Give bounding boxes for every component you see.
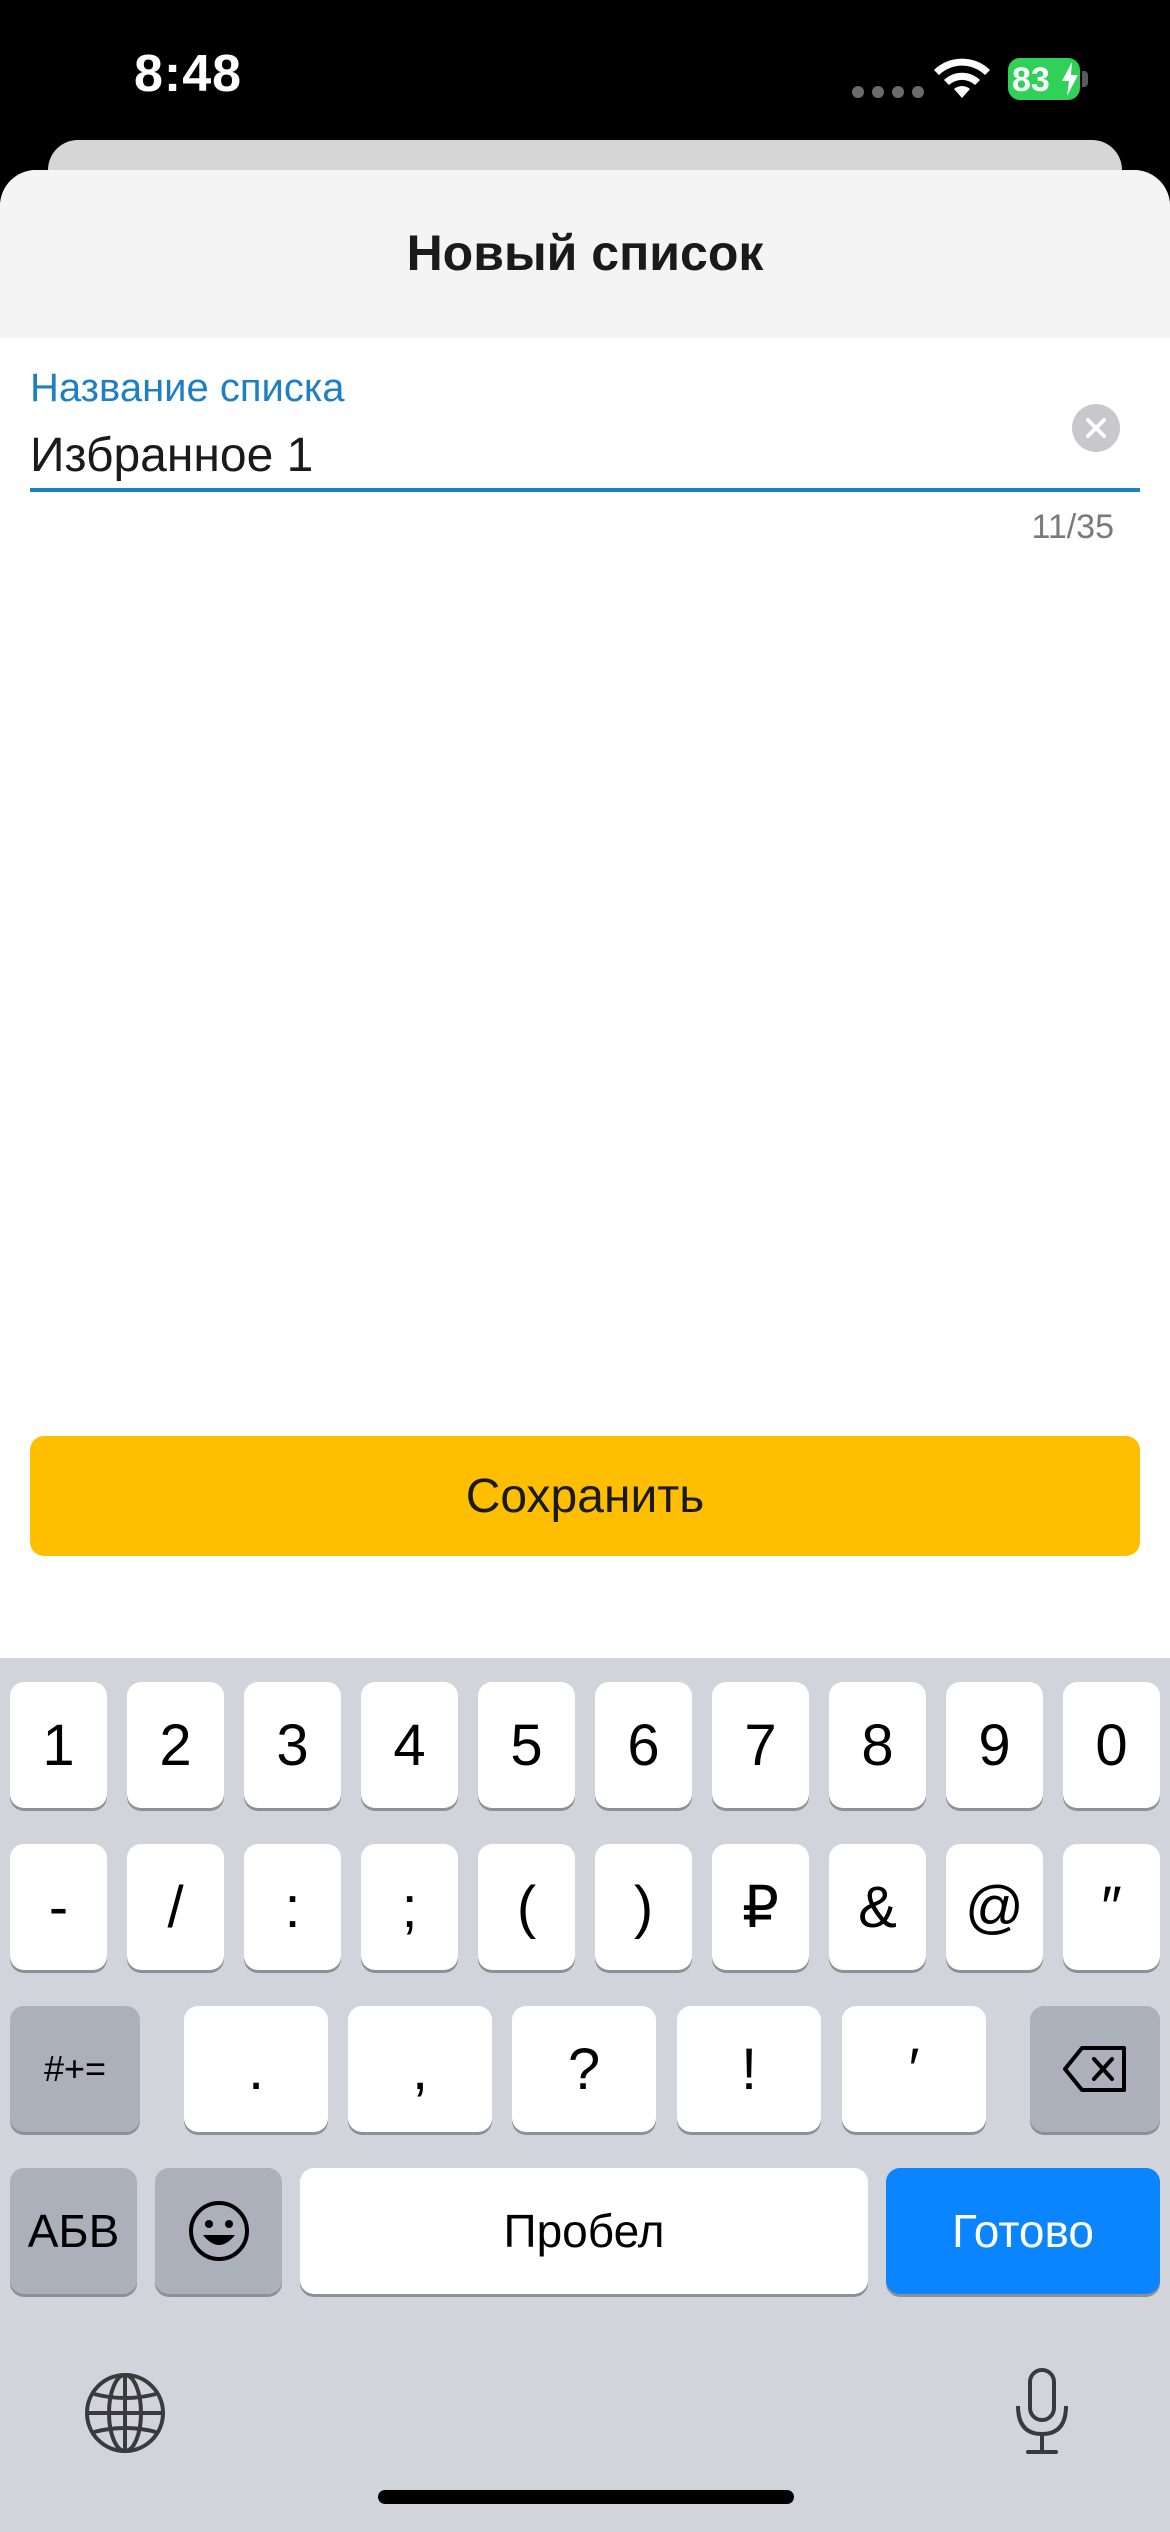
save-button[interactable]: Сохранить xyxy=(30,1436,1140,1556)
key-9[interactable]: 9 xyxy=(946,1682,1043,1808)
key-5[interactable]: 5 xyxy=(478,1682,575,1808)
status-time: 8:48 xyxy=(134,45,243,103)
key-6[interactable]: 6 xyxy=(595,1682,692,1808)
key-ampersand[interactable]: & xyxy=(829,1844,926,1970)
emoji-icon xyxy=(188,2201,249,2261)
key-0[interactable]: 0 xyxy=(1063,1682,1160,1808)
done-key-label: Готово xyxy=(951,2205,1095,2257)
sheet-header: Новый список xyxy=(0,170,1170,338)
key-comma[interactable]: , xyxy=(348,2006,492,2132)
clear-input-button[interactable] xyxy=(1072,404,1120,452)
home-indicator xyxy=(378,2490,794,2504)
close-icon xyxy=(1086,418,1106,438)
battery-icon: 83 xyxy=(1008,58,1088,100)
sheet-title: Новый список xyxy=(406,225,764,281)
battery-level: 83 xyxy=(1012,61,1050,99)
key-colon[interactable]: : xyxy=(244,1844,341,1970)
key-period[interactable]: . xyxy=(184,2006,328,2132)
letters-toggle-key[interactable]: АБВ xyxy=(10,2168,137,2294)
list-name-input[interactable] xyxy=(30,420,1030,490)
globe-icon[interactable] xyxy=(82,2370,168,2456)
list-name-label: Название списка xyxy=(30,366,345,410)
backspace-icon xyxy=(1063,2046,1126,2092)
space-key[interactable]: Пробел xyxy=(300,2168,868,2294)
microphone-icon[interactable] xyxy=(1010,2366,1074,2458)
key-close-paren[interactable]: ) xyxy=(595,1844,692,1970)
key-double-quote[interactable]: ″ xyxy=(1063,1844,1160,1970)
letters-toggle-label: АБВ xyxy=(27,2205,120,2257)
character-counter: 11/35 xyxy=(1031,508,1114,546)
input-underline xyxy=(30,488,1140,492)
keyboard: 1 2 3 4 5 6 7 8 9 0 - / : ; ( ) ₽ & @ ″ … xyxy=(0,1658,1170,2532)
key-8[interactable]: 8 xyxy=(829,1682,926,1808)
backspace-key[interactable] xyxy=(1030,2006,1160,2132)
key-question[interactable]: ? xyxy=(512,2006,656,2132)
key-apostrophe[interactable]: ′ xyxy=(842,2006,986,2132)
key-hyphen[interactable]: - xyxy=(10,1844,107,1970)
status-bar: 8:48 83 xyxy=(0,0,1170,150)
space-key-label: Пробел xyxy=(503,2205,665,2257)
key-ruble[interactable]: ₽ xyxy=(712,1844,809,1970)
key-slash[interactable]: / xyxy=(127,1844,224,1970)
symbols-toggle-label: #+= xyxy=(43,2048,107,2089)
cellular-signal-icon xyxy=(852,86,924,98)
key-exclamation[interactable]: ! xyxy=(677,2006,821,2132)
key-3[interactable]: 3 xyxy=(244,1682,341,1808)
key-open-paren[interactable]: ( xyxy=(478,1844,575,1970)
key-4[interactable]: 4 xyxy=(361,1682,458,1808)
key-1[interactable]: 1 xyxy=(10,1682,107,1808)
emoji-key[interactable] xyxy=(155,2168,282,2294)
wifi-icon xyxy=(934,58,990,98)
charging-bolt-icon xyxy=(1062,62,1078,96)
done-key[interactable]: Готово xyxy=(886,2168,1160,2294)
key-semicolon[interactable]: ; xyxy=(361,1844,458,1970)
key-7[interactable]: 7 xyxy=(712,1682,809,1808)
key-at[interactable]: @ xyxy=(946,1844,1043,1970)
symbols-toggle-key[interactable]: #+= xyxy=(10,2006,140,2132)
key-2[interactable]: 2 xyxy=(127,1682,224,1808)
